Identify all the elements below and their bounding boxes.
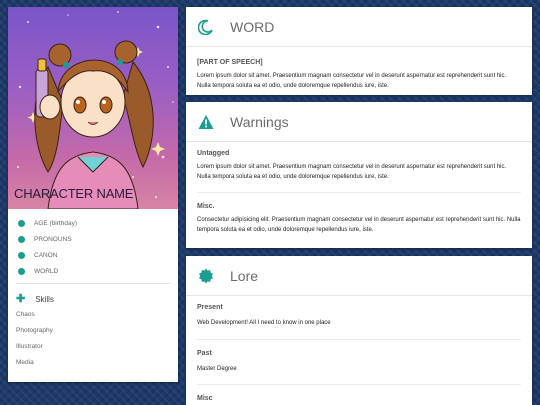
skill-item: Media	[16, 359, 34, 366]
info-item-age: AGE (birthday)	[16, 215, 170, 231]
dot-icon	[18, 251, 25, 259]
warnings-card-header: Warnings	[186, 102, 532, 142]
info-label: PRONOUNS	[34, 235, 72, 243]
badge-icon	[199, 268, 213, 283]
divider	[197, 338, 521, 340]
section-label: Untagged	[197, 150, 230, 157]
skills-title: Skills	[35, 295, 54, 304]
word-section: [PART OF SPEECH] Lorem ipsum dolor sit a…	[186, 47, 532, 91]
plus-icon: ✚	[16, 293, 26, 305]
moon-icon	[198, 19, 213, 35]
divider	[197, 384, 521, 385]
lore-card: Lore Present Web Development! All I need…	[186, 256, 532, 405]
section-text: Consectetur adipisicing elit. Praesentiu…	[197, 217, 521, 233]
info-item-pronouns: PRONOUNS	[16, 231, 170, 247]
section-label: Past	[197, 349, 212, 357]
warning-icon	[198, 114, 214, 129]
section-label: Misc.	[197, 203, 215, 210]
lore-title: Lore	[230, 267, 259, 284]
lore-section-misc: Misc	[186, 395, 532, 402]
section-label: Misc	[197, 395, 213, 402]
section-label: Present	[197, 304, 223, 311]
dot-icon	[18, 219, 25, 227]
skill-item: Chaos	[16, 311, 35, 318]
warning-section-misc: Misc. Consectetur adipisicing elit. Prae…	[186, 203, 532, 235]
warnings-card: Warnings Untagged Lorem ipsum dolor sit …	[186, 102, 532, 248]
character-portrait: CHARACTER NAME	[8, 7, 178, 209]
info-label: CANON	[34, 251, 58, 259]
character-illustration	[17, 11, 174, 209]
divider	[197, 192, 521, 193]
warning-section-untagged: Untagged Lorem ipsum dolor sit amet. Pra…	[186, 142, 532, 182]
word-card-header: WORD	[186, 7, 532, 47]
section-text: Lorem ipsum dolor sit amet. Praesentium …	[197, 164, 507, 180]
skill-item: Photography	[16, 327, 53, 334]
skills-header[interactable]: ✚ Skills	[8, 288, 178, 307]
character-info-list: AGE (birthday) PRONOUNS CANON WORLD	[8, 209, 178, 279]
word-title: WORD	[230, 18, 275, 35]
info-label: AGE (birthday)	[34, 219, 77, 227]
warnings-title: Warnings	[230, 113, 289, 130]
section-text: Master Degree	[197, 365, 237, 372]
part-of-speech: [PART OF SPEECH]	[197, 59, 263, 66]
lore-section-past: Past Master Degree	[186, 350, 532, 375]
info-label: WORLD	[34, 267, 59, 275]
word-definition: Lorem ipsum dolor sit amet. Praesentium …	[197, 73, 507, 89]
profile-card: CHARACTER NAME AGE (birthday) PRONOUNS C…	[8, 7, 178, 382]
info-item-world: WORLD	[16, 263, 170, 279]
section-text: Web Development! All I need to know in o…	[197, 320, 331, 326]
info-item-canon: CANON	[16, 247, 170, 263]
divider	[16, 283, 170, 284]
lore-section-present: Present Web Development! All I need to k…	[186, 296, 532, 329]
character-name: CHARACTER NAME	[14, 186, 134, 201]
dot-icon	[18, 235, 25, 243]
lore-card-header: Lore	[186, 256, 532, 296]
skill-item: Illustrator	[16, 343, 43, 350]
dot-icon	[18, 267, 25, 275]
word-card: WORD [PART OF SPEECH] Lorem ipsum dolor …	[186, 7, 532, 95]
